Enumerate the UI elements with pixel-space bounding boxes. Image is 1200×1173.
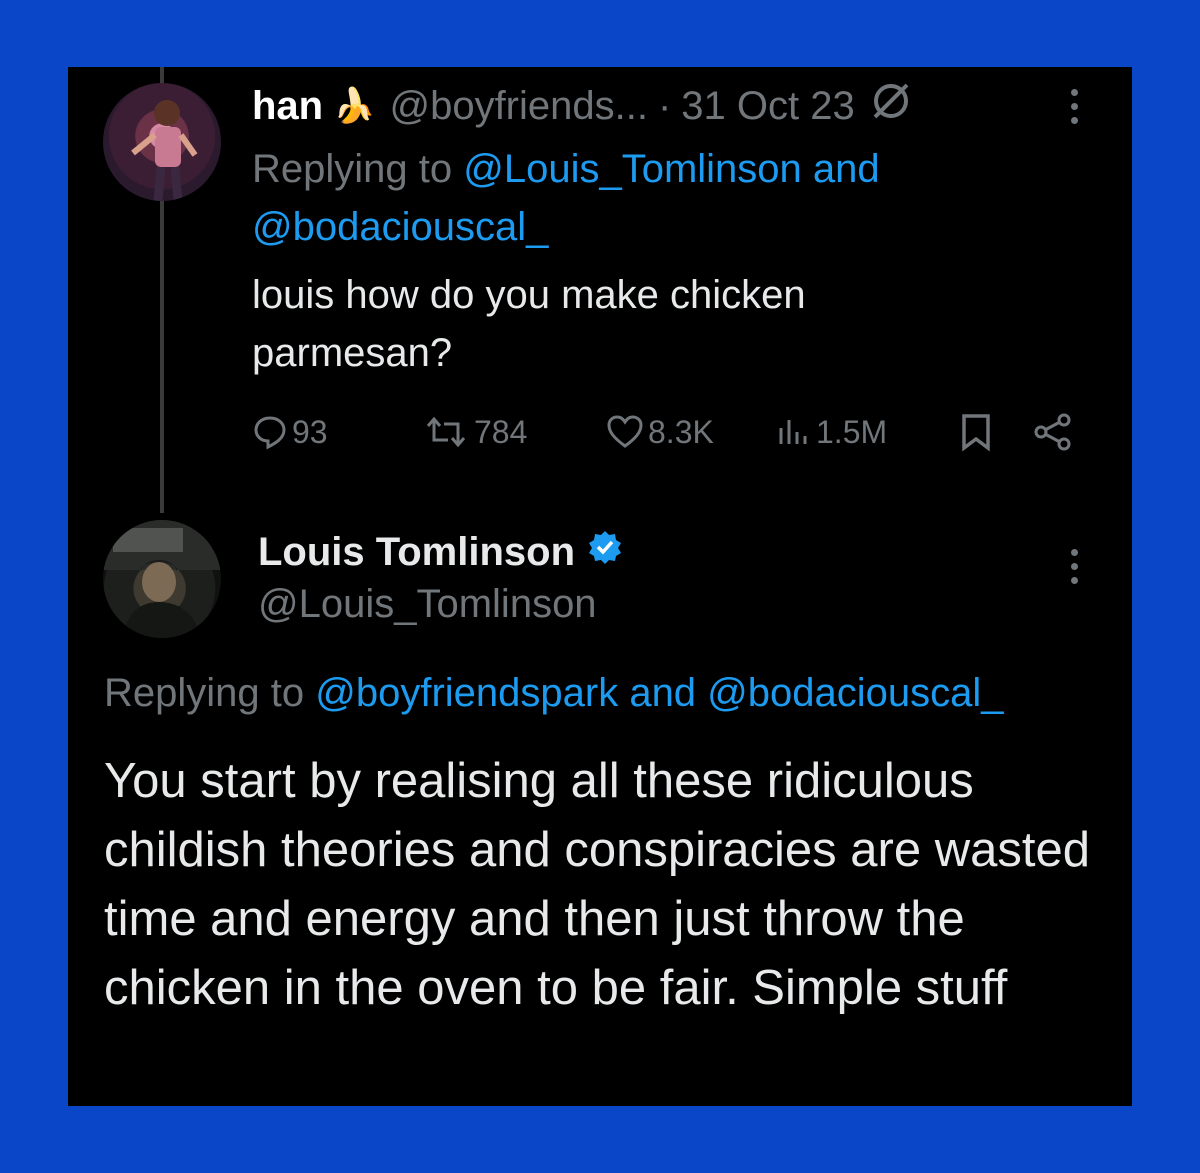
avatar-han[interactable]: [103, 83, 221, 201]
retweet-count: 784: [474, 413, 528, 450]
tweet-date[interactable]: 31 Oct 23: [681, 84, 854, 129]
mention-bodaciouscal[interactable]: @bodaciouscal_: [252, 205, 548, 249]
user-handle[interactable]: @Louis_Tomlinson: [258, 582, 597, 627]
bookmark-icon: [958, 412, 994, 452]
user-handle[interactable]: @boyfriends...: [389, 84, 648, 129]
reply-author-name-row: Louis Tomlinson: [258, 529, 623, 575]
share-button[interactable]: [1032, 407, 1074, 457]
mention-and: and: [618, 671, 708, 715]
display-name[interactable]: han: [252, 84, 323, 129]
reply-tweet-text: You start by realising all these ridicul…: [104, 754, 1090, 1015]
view-count: 1.5M: [816, 413, 888, 450]
banana-emoji: 🍌: [333, 87, 376, 125]
retweet-icon: [422, 414, 470, 450]
like-button[interactable]: 8.3K: [606, 407, 714, 457]
heart-icon: [606, 414, 644, 450]
verified-badge-icon: [587, 529, 623, 575]
like-count: 8.3K: [648, 413, 714, 450]
retweet-button[interactable]: 784: [422, 407, 527, 457]
replying-to-line: Replying to @boyfriendspark and @bodacio…: [104, 671, 1124, 716]
muted-circle-slash-icon: [869, 79, 913, 133]
tweet-action-bar: 93 784 8.3K 1.5M: [252, 407, 1082, 457]
replying-to-label: Replying to: [252, 147, 464, 191]
replying-to-line: Replying to @Louis_Tomlinson and @bodaci…: [252, 140, 1012, 256]
mention-louis-tomlinson[interactable]: @Louis_Tomlinson: [463, 147, 802, 191]
tweet-thread-panel: han 🍌 @boyfriends... · 31 Oct 23 Replyin…: [68, 67, 1132, 1106]
separator-dot: ·: [657, 83, 672, 128]
mention-boyfriendspark[interactable]: @boyfriendspark: [315, 671, 618, 715]
reply-button[interactable]: 93: [252, 407, 328, 457]
parent-tweet-header: han 🍌 @boyfriends... · 31 Oct 23: [252, 84, 913, 128]
views-button[interactable]: 1.5M: [776, 407, 887, 457]
more-vertical-icon[interactable]: [1071, 89, 1078, 124]
speech-bubble-icon: [252, 414, 288, 450]
more-vertical-icon[interactable]: [1071, 549, 1078, 584]
share-icon: [1032, 412, 1074, 452]
replying-to-label: Replying to: [104, 671, 316, 715]
avatar-louis-tomlinson[interactable]: [103, 520, 221, 638]
mention-bodaciouscal[interactable]: @bodaciouscal_: [707, 671, 1003, 715]
bar-chart-icon: [776, 414, 812, 450]
reply-count: 93: [292, 413, 328, 450]
mention-and: and: [801, 147, 880, 191]
bookmark-button[interactable]: [958, 407, 994, 457]
display-name[interactable]: Louis Tomlinson: [258, 530, 575, 575]
parent-tweet-text: louis how do you make chicken parmesan?: [252, 273, 806, 375]
